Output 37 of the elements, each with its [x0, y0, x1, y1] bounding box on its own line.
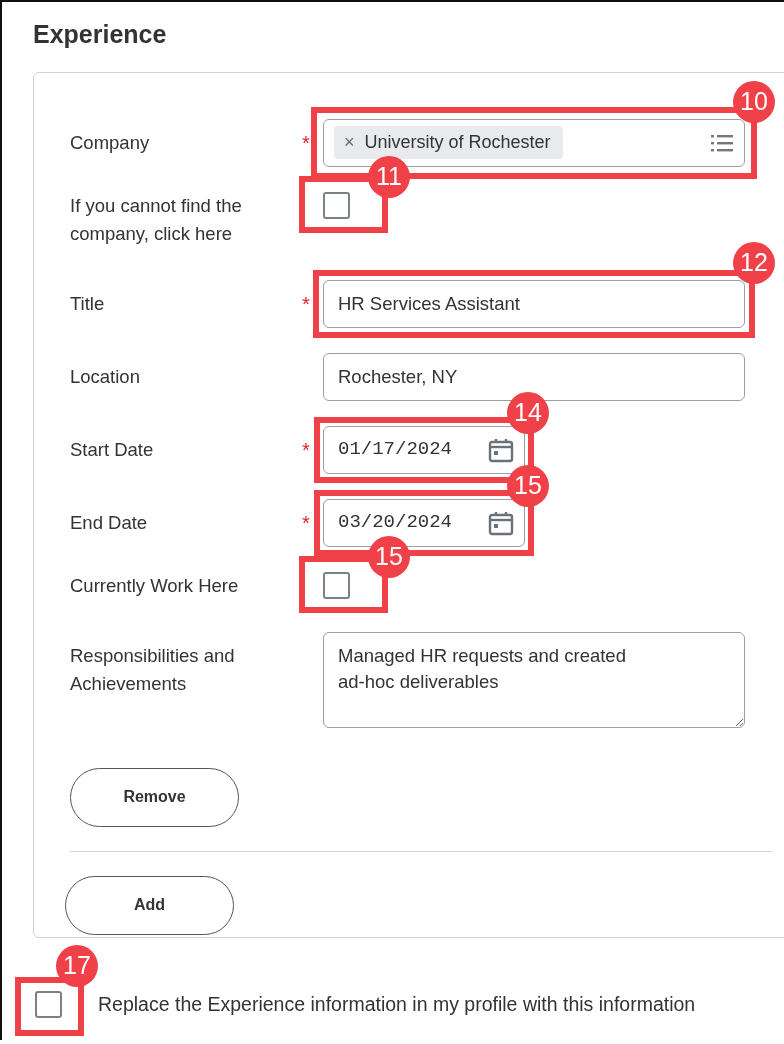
field-label: Currently Work Here: [70, 573, 240, 598]
option-label: Replace the Experience information in my profile with this information: [98, 991, 696, 1017]
callout-number: 17: [56, 944, 98, 987]
field-label: If you cannot find the company, click here: [70, 193, 243, 246]
remove-icon[interactable]: ×: [344, 129, 355, 156]
required-asterisk: *: [302, 438, 310, 461]
text-area[interactable]: Managed HR requests and created ad-hoc deliverables: [323, 631, 745, 728]
required-asterisk: *: [302, 131, 310, 154]
add-button[interactable]: Add: [65, 875, 234, 935]
callout-number: 15: [507, 464, 549, 507]
field-label: Start Date: [70, 437, 155, 462]
field-label: Location: [70, 364, 141, 389]
callout-number: 10: [733, 80, 775, 123]
list-icon[interactable]: [710, 132, 734, 153]
required-asterisk: *: [302, 292, 310, 315]
calendar-icon[interactable]: [488, 509, 514, 536]
checkbox[interactable]: [323, 191, 350, 219]
text-field[interactable]: HR Services Assistant: [323, 279, 745, 328]
checkbox[interactable]: [323, 571, 350, 599]
field-label: Title: [70, 291, 106, 316]
field-label: End Date: [70, 510, 149, 535]
field-label: Company: [70, 130, 151, 155]
checkbox[interactable]: [35, 990, 62, 1018]
section-title: Experience: [33, 19, 168, 50]
required-asterisk: *: [302, 511, 310, 534]
chip-label: University of Rochester: [364, 131, 551, 154]
date-field[interactable]: 01/17/2024: [323, 425, 525, 474]
remove-button[interactable]: Remove: [70, 767, 239, 827]
company-field[interactable]: × University of Rochester: [323, 118, 745, 167]
date-value: 01/17/2024: [338, 437, 453, 463]
date-value: 03/20/2024: [338, 510, 453, 536]
date-field[interactable]: 03/20/2024: [323, 498, 525, 547]
selected-chip[interactable]: × University of Rochester: [334, 126, 563, 159]
text-field[interactable]: Rochester, NY: [323, 352, 745, 401]
field-label: Responsibilities and Achievements: [70, 643, 236, 696]
calendar-icon[interactable]: [488, 436, 514, 463]
callout-number: 12: [733, 241, 775, 284]
